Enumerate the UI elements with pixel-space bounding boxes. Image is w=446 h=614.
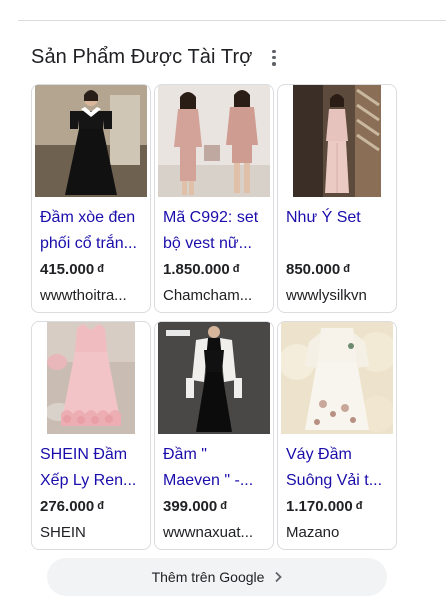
top-divider: [18, 20, 446, 21]
product-grid: Đầm xòe đen phối cổ trắn... 415.000 đ www…: [31, 84, 397, 550]
product-title[interactable]: Đầm " Maeven " -...: [163, 442, 267, 494]
product-seller: Chamcham...: [163, 287, 253, 304]
pink-suit-image: [158, 85, 270, 197]
product-image[interactable]: [278, 85, 396, 197]
product-title[interactable]: Đầm xòe đen phối cổ trắn...: [40, 205, 144, 257]
product-seller: wwwnaxuat...: [163, 524, 254, 541]
product-price: 850.000 đ: [286, 261, 350, 278]
product-card[interactable]: Mã C992: set bộ vest nữ... 1.850.000 đ Ch…: [154, 84, 274, 313]
product-image[interactable]: [155, 85, 273, 197]
product-seller: wwwlysilkvn: [286, 287, 367, 304]
black-dress-image: [35, 85, 147, 197]
product-image[interactable]: [32, 322, 150, 434]
product-seller: SHEIN: [40, 524, 86, 541]
section-title: Sản Phẩm Được Tài Trợ: [31, 46, 253, 68]
product-image[interactable]: [32, 85, 150, 197]
product-price: 399.000 đ: [163, 498, 227, 515]
product-price: 1.850.000 đ: [163, 261, 240, 278]
black-long-dress-image: [158, 322, 270, 434]
product-card[interactable]: Đầm " Maeven " -... 399.000 đ wwwnaxuat..…: [154, 321, 274, 550]
more-on-google-label: Thêm trên Google: [151, 569, 265, 585]
pink-ruffle-dress-image: [47, 322, 135, 434]
product-card[interactable]: Đầm xòe đen phối cổ trắn... 415.000 đ www…: [31, 84, 151, 313]
product-price: 1.170.000 đ: [286, 498, 363, 515]
product-image[interactable]: [278, 322, 396, 434]
cream-floral-dress-image: [281, 322, 393, 434]
product-card[interactable]: SHEIN Đầm Xếp Ly Ren... 276.000 đ SHEIN: [31, 321, 151, 550]
chevron-right-icon: [274, 571, 283, 583]
product-price: 276.000 đ: [40, 498, 104, 515]
pink-long-set-image: [293, 85, 381, 197]
product-price: 415.000 đ: [40, 261, 104, 278]
product-image[interactable]: [155, 322, 273, 434]
more-on-google-button[interactable]: Thêm trên Google: [47, 558, 387, 596]
section-header: Sản Phẩm Được Tài Trợ: [31, 46, 280, 69]
more-vert-icon[interactable]: [268, 48, 280, 68]
product-title[interactable]: SHEIN Đầm Xếp Ly Ren...: [40, 442, 144, 494]
product-card[interactable]: Như Ý Set 850.000 đ wwwlysilkvn: [277, 84, 397, 313]
product-seller: Mazano: [286, 524, 340, 541]
product-card[interactable]: Váy Đầm Suông Vải t... 1.170.000 đ Mazano: [277, 321, 397, 550]
product-title[interactable]: Mã C992: set bộ vest nữ...: [163, 205, 267, 257]
product-title[interactable]: Váy Đầm Suông Vải t...: [286, 442, 390, 494]
product-seller: wwwthoitra...: [40, 287, 127, 304]
product-title[interactable]: Như Ý Set: [286, 205, 390, 231]
